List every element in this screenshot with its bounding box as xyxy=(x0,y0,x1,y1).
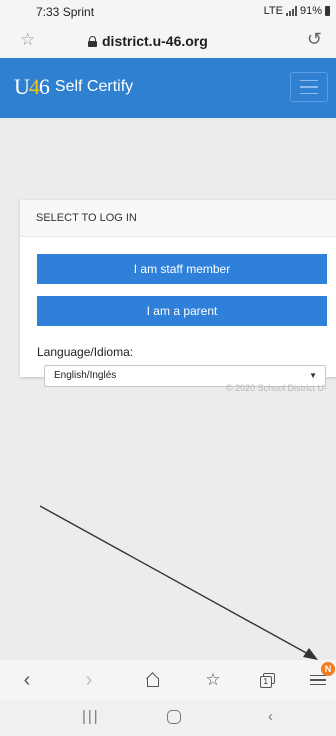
hamburger-icon[interactable] xyxy=(290,72,328,102)
site-logo[interactable]: U46 Self Certify xyxy=(14,74,133,100)
menu-icon[interactable]: N xyxy=(303,662,335,694)
battery-level: 91% xyxy=(299,5,322,17)
lock-icon xyxy=(88,35,97,47)
reload-icon[interactable]: ↺ xyxy=(307,29,322,50)
carrier-name: Sprint xyxy=(62,5,95,19)
language-label: Language/Idioma: xyxy=(37,345,134,359)
android-home-icon[interactable] xyxy=(167,708,181,728)
address-field[interactable]: district.u-46.org xyxy=(88,33,208,49)
bookmarks-icon[interactable]: ☆ xyxy=(198,666,228,694)
chevron-down-icon: ▼ xyxy=(309,371,317,380)
site-navbar: U46 Self Certify xyxy=(0,58,336,118)
copyright-text: © 2020 School District U- xyxy=(226,383,328,393)
back-icon[interactable]: ‹ xyxy=(12,666,42,694)
url-text: district.u-46.org xyxy=(102,33,208,49)
browser-url-bar: ☆ district.u-46.org ↺ xyxy=(0,24,336,58)
home-icon[interactable] xyxy=(138,666,168,694)
tabs-count: 1 xyxy=(263,676,268,686)
network-type: LTE xyxy=(263,5,283,17)
clock: 7:33 xyxy=(36,5,60,19)
tabs-icon[interactable]: 1 xyxy=(252,666,282,694)
browser-toolbar: ‹ › ☆ 1 N xyxy=(0,660,336,700)
status-indicators: LTE 91% xyxy=(264,5,330,17)
battery-icon xyxy=(325,6,330,16)
status-time: 7:33 Sprint xyxy=(36,5,94,19)
forward-icon[interactable]: › xyxy=(74,666,104,694)
login-card: SELECT TO LOG IN I am staff member I am … xyxy=(20,200,336,387)
recent-apps-icon[interactable]: ||| xyxy=(82,708,100,725)
language-selected-value: English/Inglés xyxy=(54,370,117,381)
signal-icon xyxy=(285,6,297,16)
parent-login-button[interactable]: I am a parent xyxy=(37,296,327,326)
u46-logo-mark: U46 xyxy=(14,74,50,99)
update-badge: N xyxy=(321,662,335,676)
staff-login-button[interactable]: I am staff member xyxy=(37,254,327,284)
site-title: Self Certify xyxy=(54,78,134,95)
card-header: SELECT TO LOG IN xyxy=(20,200,336,237)
status-bar: 7:33 Sprint LTE 91% xyxy=(0,0,336,24)
android-back-icon[interactable]: ‹ xyxy=(268,708,273,725)
star-icon[interactable]: ☆ xyxy=(20,30,35,50)
android-nav-bar: ||| ‹ xyxy=(0,700,336,736)
